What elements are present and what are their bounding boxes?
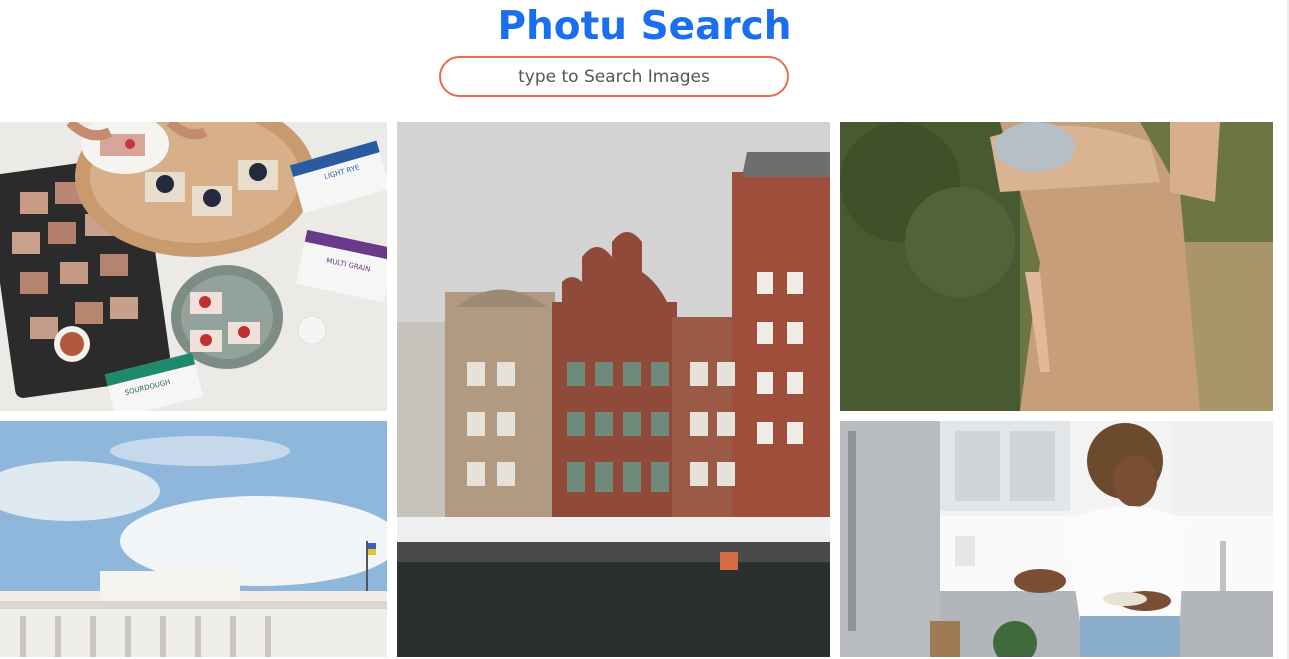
photo-search-page: Photu Search type to Search Images LIGHT… (0, 0, 1289, 659)
header: Photu Search (0, 0, 1289, 110)
white-palace-photo (0, 421, 387, 657)
result-image-mother-holding-baby-field[interactable] (840, 122, 1273, 411)
result-image-white-palace-under-sky[interactable] (0, 421, 387, 657)
result-image-gdansk-canal-buildings[interactable] (397, 122, 830, 657)
page-title: Photu Search (497, 4, 792, 49)
search-input[interactable] (439, 56, 789, 97)
gdansk-canal-buildings-photo (397, 122, 830, 657)
crispbread-snack-board-photo: LIGHT RYE MULTI GRAIN SOURDOUGH (0, 122, 387, 411)
result-image-crispbread-snack-board[interactable]: LIGHT RYE MULTI GRAIN SOURDOUGH (0, 122, 387, 411)
result-image-woman-in-kitchen[interactable] (840, 421, 1273, 657)
woman-in-kitchen-photo (840, 421, 1273, 657)
mother-holding-baby-photo (840, 122, 1273, 411)
